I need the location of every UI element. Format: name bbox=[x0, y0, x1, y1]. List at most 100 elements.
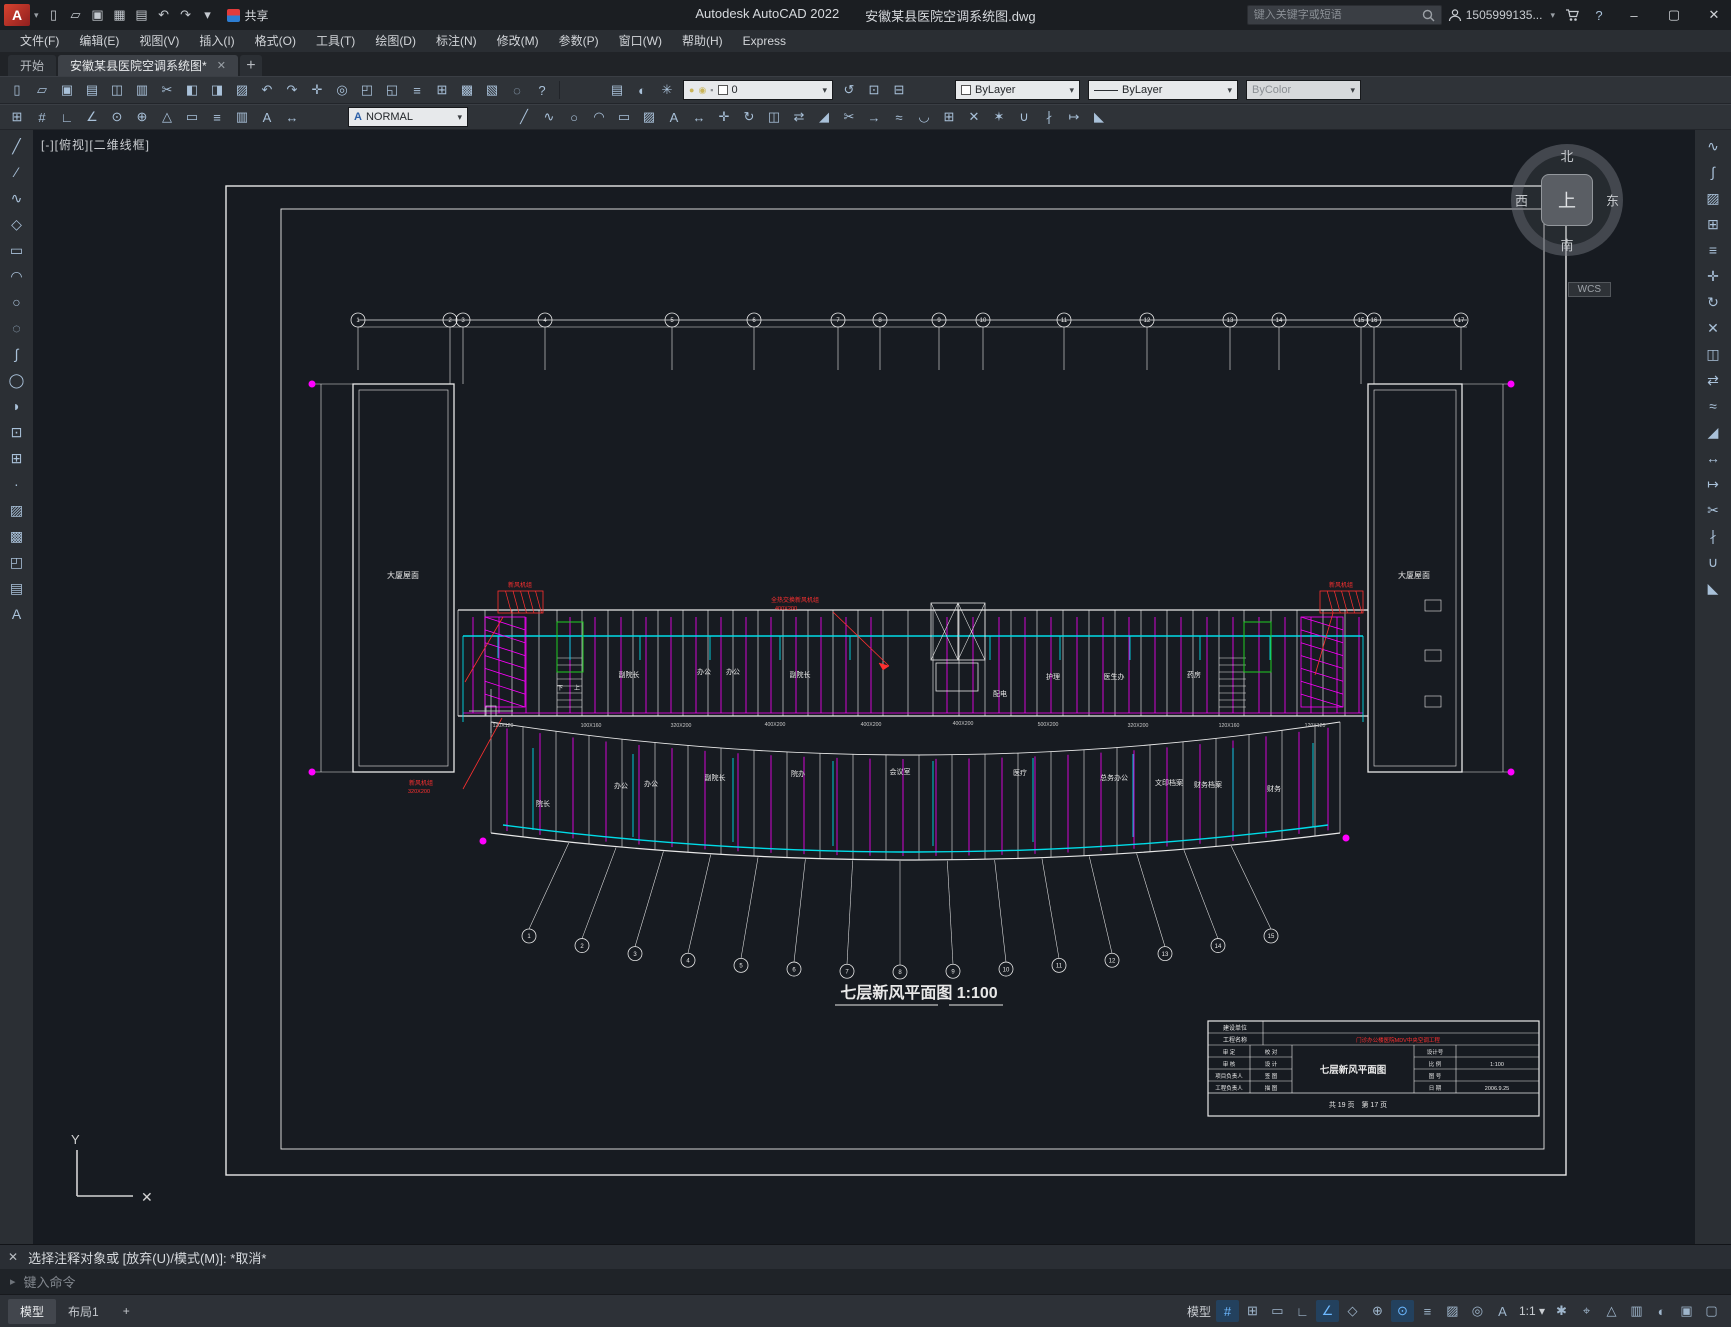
trim-icon[interactable]: ✂ bbox=[837, 105, 861, 129]
linetype-dropdown-icon[interactable]: ▾ bbox=[1227, 85, 1232, 96]
move-icon[interactable]: ✛ bbox=[1701, 264, 1726, 288]
region-icon[interactable]: ◰ bbox=[4, 550, 29, 574]
erase-icon[interactable]: ✕ bbox=[1701, 316, 1726, 340]
maximize-button[interactable]: ▢ bbox=[1657, 0, 1691, 30]
lengthen-icon[interactable]: ↦ bbox=[1062, 105, 1086, 129]
menu-item-12[interactable]: Express bbox=[733, 30, 796, 52]
color-select[interactable]: ByLayer ▾ bbox=[955, 80, 1080, 100]
compass-top-face[interactable]: 上 bbox=[1541, 174, 1593, 226]
linetype-select[interactable]: ByLayer ▾ bbox=[1088, 80, 1238, 100]
menu-item-1[interactable]: 编辑(E) bbox=[69, 30, 129, 52]
qnew-icon[interactable]: ▯ bbox=[5, 78, 29, 102]
search-input[interactable] bbox=[1253, 9, 1422, 21]
workspace-dropdown-ic[interactable]: ▾ bbox=[197, 3, 219, 27]
offset-icon[interactable]: ≈ bbox=[1701, 394, 1726, 418]
join-icon[interactable]: ∪ bbox=[1701, 550, 1726, 574]
model-tab[interactable]: 模型 bbox=[8, 1298, 57, 1324]
break-icon[interactable]: ∤ bbox=[1037, 105, 1061, 129]
explode-icon[interactable]: ✶ bbox=[987, 105, 1011, 129]
save-icon[interactable]: ▣ bbox=[55, 78, 79, 102]
mirror-icon[interactable]: ⇄ bbox=[1701, 368, 1726, 392]
lineweight-display-icon[interactable]: ≡ bbox=[1416, 1300, 1439, 1322]
construction-line-icon[interactable]: ⁄ bbox=[4, 160, 29, 184]
menu-item-5[interactable]: 工具(T) bbox=[306, 30, 365, 52]
dim-style-icon[interactable]: ↔ bbox=[280, 105, 304, 129]
revision-cloud-icon[interactable]: ◌ bbox=[4, 316, 29, 340]
edit-hatch-icon[interactable]: ▨ bbox=[1701, 186, 1726, 210]
scale-icon[interactable]: ◢ bbox=[812, 105, 836, 129]
clean-screen-icon[interactable]: ▢ bbox=[1700, 1300, 1723, 1322]
copy-icon[interactable]: ◧ bbox=[180, 78, 204, 102]
search-icon[interactable] bbox=[1422, 9, 1435, 22]
command-input-row[interactable]: ▸ 键入命令 bbox=[0, 1269, 1731, 1294]
snap-mode-icon[interactable]: ⊞ bbox=[1241, 1300, 1264, 1322]
annotation-visibility-icon[interactable]: A bbox=[1491, 1300, 1514, 1322]
publish-icon[interactable]: ▥ bbox=[130, 78, 154, 102]
hatch-icon[interactable]: ▨ bbox=[4, 498, 29, 522]
menu-item-9[interactable]: 参数(P) bbox=[549, 30, 609, 52]
erase-icon[interactable]: ✕ bbox=[962, 105, 986, 129]
make-block-icon[interactable]: ⊞ bbox=[4, 446, 29, 470]
share-button[interactable]: 共享 bbox=[226, 7, 269, 24]
ortho-icon[interactable]: ∟ bbox=[55, 105, 79, 129]
mirror-icon[interactable]: ⇄ bbox=[787, 105, 811, 129]
polar-tracking-icon[interactable]: ∠ bbox=[1315, 1300, 1339, 1322]
color-dropdown-icon[interactable]: ▾ bbox=[1069, 85, 1074, 96]
arc-icon[interactable]: ◠ bbox=[4, 264, 29, 288]
zoom-window-icon[interactable]: ◰ bbox=[355, 78, 379, 102]
hardware-acceleration-icon[interactable]: ▣ bbox=[1675, 1300, 1698, 1322]
model-canvas[interactable]: 1 2 3 4 5 6 7 8 9 10 11 12 13 14 15 16 17大厦屋面 大厦屋面123456 7… bbox=[33, 130, 1695, 1244]
transparency-icon[interactable]: ▨ bbox=[1441, 1300, 1464, 1322]
object-snap-icon[interactable]: ⊙ bbox=[1390, 1300, 1414, 1322]
mtext-icon[interactable]: A bbox=[4, 602, 29, 626]
command-close-icon[interactable]: ✕ bbox=[8, 1250, 18, 1264]
insert-block-icon[interactable]: ⊡ bbox=[4, 420, 29, 444]
units-icon[interactable]: △ bbox=[1600, 1300, 1623, 1322]
command-input-placeholder[interactable]: 键入命令 bbox=[24, 1272, 76, 1291]
save-icon[interactable]: ▣ bbox=[87, 3, 109, 27]
scale-icon[interactable]: ◢ bbox=[1701, 420, 1726, 444]
lengthen-icon[interactable]: ↦ bbox=[1701, 472, 1726, 496]
quick-properties-icon[interactable]: ▥ bbox=[1625, 1300, 1648, 1322]
open-file-icon[interactable]: ▱ bbox=[65, 3, 87, 27]
tool-palettes-icon[interactable]: ▩ bbox=[455, 78, 479, 102]
viewport-controls[interactable]: [-][俯视][二维线框] bbox=[41, 136, 150, 153]
design-center-icon[interactable]: ⊞ bbox=[430, 78, 454, 102]
otrack-icon[interactable]: ⊕ bbox=[130, 105, 154, 129]
isometric-drafting-icon[interactable]: ◇ bbox=[1341, 1300, 1364, 1322]
gradient-icon[interactable]: ▩ bbox=[4, 524, 29, 548]
text-style-dropdown-icon[interactable]: ▾ bbox=[457, 112, 462, 123]
ellipse-icon[interactable]: ◯ bbox=[4, 368, 29, 392]
model-space-button[interactable]: 模型 bbox=[1184, 1300, 1214, 1322]
zoom-previous-icon[interactable]: ◱ bbox=[380, 78, 404, 102]
compass-east[interactable]: 东 bbox=[1606, 191, 1619, 210]
osnap-icon[interactable]: ⊙ bbox=[105, 105, 129, 129]
trim-icon[interactable]: ✂ bbox=[1701, 498, 1726, 522]
table-icon[interactable]: ▤ bbox=[4, 576, 29, 600]
rectangle-icon[interactable]: ▭ bbox=[612, 105, 636, 129]
plot-preview-icon[interactable]: ◫ bbox=[105, 78, 129, 102]
markup-icon[interactable]: ◌ bbox=[505, 78, 529, 102]
layer-isolate-icon[interactable]: ⊟ bbox=[887, 78, 911, 102]
menu-item-11[interactable]: 帮助(H) bbox=[672, 30, 733, 52]
copy-icon[interactable]: ◫ bbox=[762, 105, 786, 129]
rectangle-icon[interactable]: ▭ bbox=[4, 238, 29, 262]
tab-close-icon[interactable]: ✕ bbox=[217, 59, 226, 72]
layer-dropdown-icon[interactable]: ▾ bbox=[822, 85, 827, 96]
point-icon[interactable]: ∙ bbox=[4, 472, 29, 496]
annotation-scale-button[interactable]: 1:1 ▾ bbox=[1516, 1300, 1548, 1322]
menu-item-3[interactable]: 插入(I) bbox=[189, 30, 244, 52]
snap-icon[interactable]: ⊞ bbox=[5, 105, 29, 129]
add-layout-button[interactable]: + bbox=[111, 1300, 142, 1322]
menu-item-4[interactable]: 格式(O) bbox=[245, 30, 306, 52]
menu-item-10[interactable]: 窗口(W) bbox=[609, 30, 672, 52]
stretch-icon[interactable]: ↔ bbox=[1701, 446, 1726, 470]
layer-off-icon[interactable]: ◐ bbox=[630, 78, 654, 102]
array-icon[interactable]: ⊞ bbox=[937, 105, 961, 129]
circle-icon[interactable]: ○ bbox=[4, 290, 29, 314]
polygon-icon[interactable]: ◇ bbox=[4, 212, 29, 236]
new-file-icon[interactable]: ▯ bbox=[43, 3, 65, 27]
compass-west[interactable]: 西 bbox=[1515, 191, 1528, 210]
text-style-select[interactable]: A NORMAL ▾ bbox=[348, 107, 468, 127]
properties-icon[interactable]: ≡ bbox=[405, 78, 429, 102]
